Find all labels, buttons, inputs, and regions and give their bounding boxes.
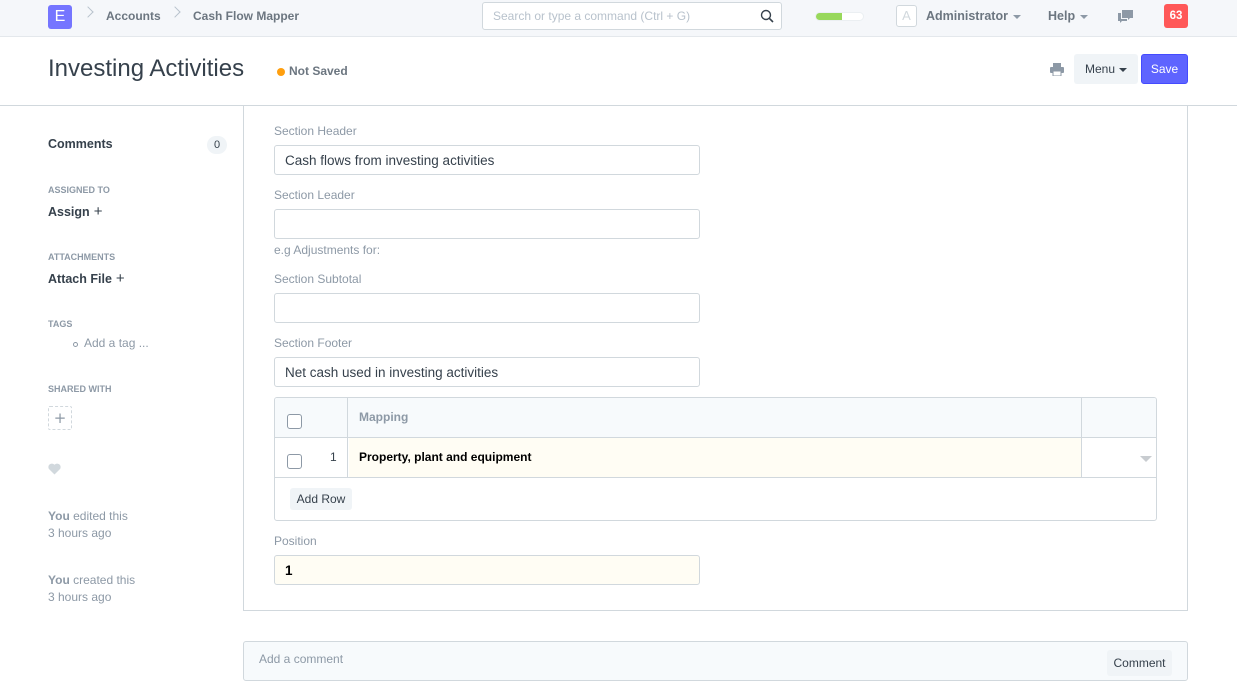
menu-button[interactable]: Menu: [1074, 54, 1138, 84]
section-header-label: Section Header: [274, 124, 357, 138]
attachments-label: Attachments: [48, 252, 116, 262]
select-all-checkbox[interactable]: [287, 414, 302, 429]
print-icon[interactable]: [1050, 63, 1064, 76]
user-menu[interactable]: Administrator: [926, 9, 1021, 23]
mapping-column-header: Mapping: [359, 410, 409, 424]
position-input[interactable]: [274, 555, 700, 585]
section-subtotal-label: Section Subtotal: [274, 272, 362, 286]
caret-down-icon: [1080, 14, 1089, 19]
activity-actor: You: [48, 509, 70, 523]
assign-label: Assign: [48, 205, 90, 219]
chat-icon[interactable]: [1117, 9, 1134, 24]
plus-icon: +: [115, 270, 125, 287]
header-select-cell: [275, 398, 348, 437]
heart-icon[interactable]: [48, 463, 61, 475]
attach-file-label: Attach File: [48, 272, 112, 286]
comments-link[interactable]: Comments: [48, 137, 113, 151]
position-label: Position: [274, 534, 317, 548]
plus-icon: +: [93, 203, 103, 220]
mapping-table: Mapping 1 Property, plant and equipment …: [274, 397, 1157, 521]
section-header-input[interactable]: [274, 145, 700, 175]
tags-label: Tags: [48, 319, 73, 329]
user-menu-label: Administrator: [926, 9, 1008, 23]
breadcrumb-chevron-icon: [169, 6, 181, 18]
assign-button[interactable]: Assign +: [48, 203, 102, 220]
status-indicator-icon: [277, 68, 285, 76]
user-avatar[interactable]: A: [896, 5, 917, 27]
search-box: [482, 2, 782, 30]
row-index: 1: [330, 450, 337, 464]
mapping-value: Property, plant and equipment: [359, 450, 532, 464]
activity-action: edited this: [69, 509, 128, 523]
section-leader-label: Section Leader: [274, 188, 355, 202]
progress-fill: [816, 13, 842, 20]
section-footer-input[interactable]: [274, 357, 700, 387]
activity-time: 3 hours ago: [48, 526, 112, 540]
row-select-cell: 1: [275, 438, 348, 477]
help-menu-label: Help: [1048, 9, 1076, 23]
search-icon[interactable]: [760, 9, 774, 23]
page-head: Investing Activities Not Saved Menu Save: [0, 37, 1237, 106]
breadcrumb-chevron-icon: [82, 6, 94, 18]
status-badge: Not Saved: [289, 64, 348, 78]
row-actions-cell: [1081, 438, 1156, 477]
section-footer-label: Section Footer: [274, 336, 353, 350]
form-body: Section Header Section Leader e.g Adjust…: [243, 106, 1188, 611]
header-actions-cell: [1081, 398, 1156, 437]
help-menu[interactable]: Help: [1048, 9, 1089, 23]
tag-bullet-icon: [73, 342, 78, 347]
comment-input[interactable]: Add a comment: [259, 652, 343, 666]
add-tag-input[interactable]: Add a tag ...: [84, 336, 149, 350]
row-expand-caret-icon[interactable]: [1140, 456, 1152, 462]
section-leader-input[interactable]: [274, 209, 700, 239]
notifications-badge[interactable]: 63: [1164, 4, 1188, 28]
navbar: E Accounts Cash Flow Mapper A Administra…: [0, 0, 1237, 37]
menu-button-label: Menu: [1084, 62, 1116, 76]
section-leader-help: e.g Adjustments for:: [274, 243, 381, 257]
caret-down-icon: [1012, 14, 1021, 19]
plus-icon: +: [53, 409, 67, 427]
comment-box: Add a comment Comment: [243, 641, 1188, 681]
sync-progress-bar: [815, 12, 864, 21]
comment-button[interactable]: Comment: [1107, 650, 1172, 676]
mapping-cell[interactable]: Property, plant and equipment: [349, 438, 1081, 477]
activity-actor: You: [48, 573, 70, 587]
search-input[interactable]: [493, 3, 753, 29]
table-row[interactable]: 1 Property, plant and equipment: [275, 438, 1156, 478]
page-title: Investing Activities: [48, 55, 245, 82]
section-subtotal-input[interactable]: [274, 293, 700, 323]
save-button[interactable]: Save: [1141, 54, 1188, 84]
add-share-button[interactable]: +: [48, 406, 72, 430]
activity-action: created this: [69, 573, 136, 587]
comments-count-badge: 0: [207, 136, 227, 154]
shared-with-label: Shared With: [48, 384, 112, 394]
caret-down-icon: [1119, 67, 1128, 72]
assigned-to-label: Assigned To: [48, 185, 110, 195]
add-row-button[interactable]: Add Row: [290, 488, 352, 510]
row-checkbox[interactable]: [287, 454, 302, 469]
activity-time: 3 hours ago: [48, 590, 112, 604]
breadcrumb-cash-flow-mapper[interactable]: Cash Flow Mapper: [193, 9, 299, 23]
breadcrumb-accounts[interactable]: Accounts: [106, 9, 161, 23]
attach-file-button[interactable]: Attach File +: [48, 270, 125, 287]
activity-item: You created this 3 hours ago: [48, 572, 135, 606]
app-logo[interactable]: E: [48, 5, 72, 29]
table-header: Mapping: [275, 398, 1156, 438]
activity-item: You edited this 3 hours ago: [48, 508, 128, 542]
